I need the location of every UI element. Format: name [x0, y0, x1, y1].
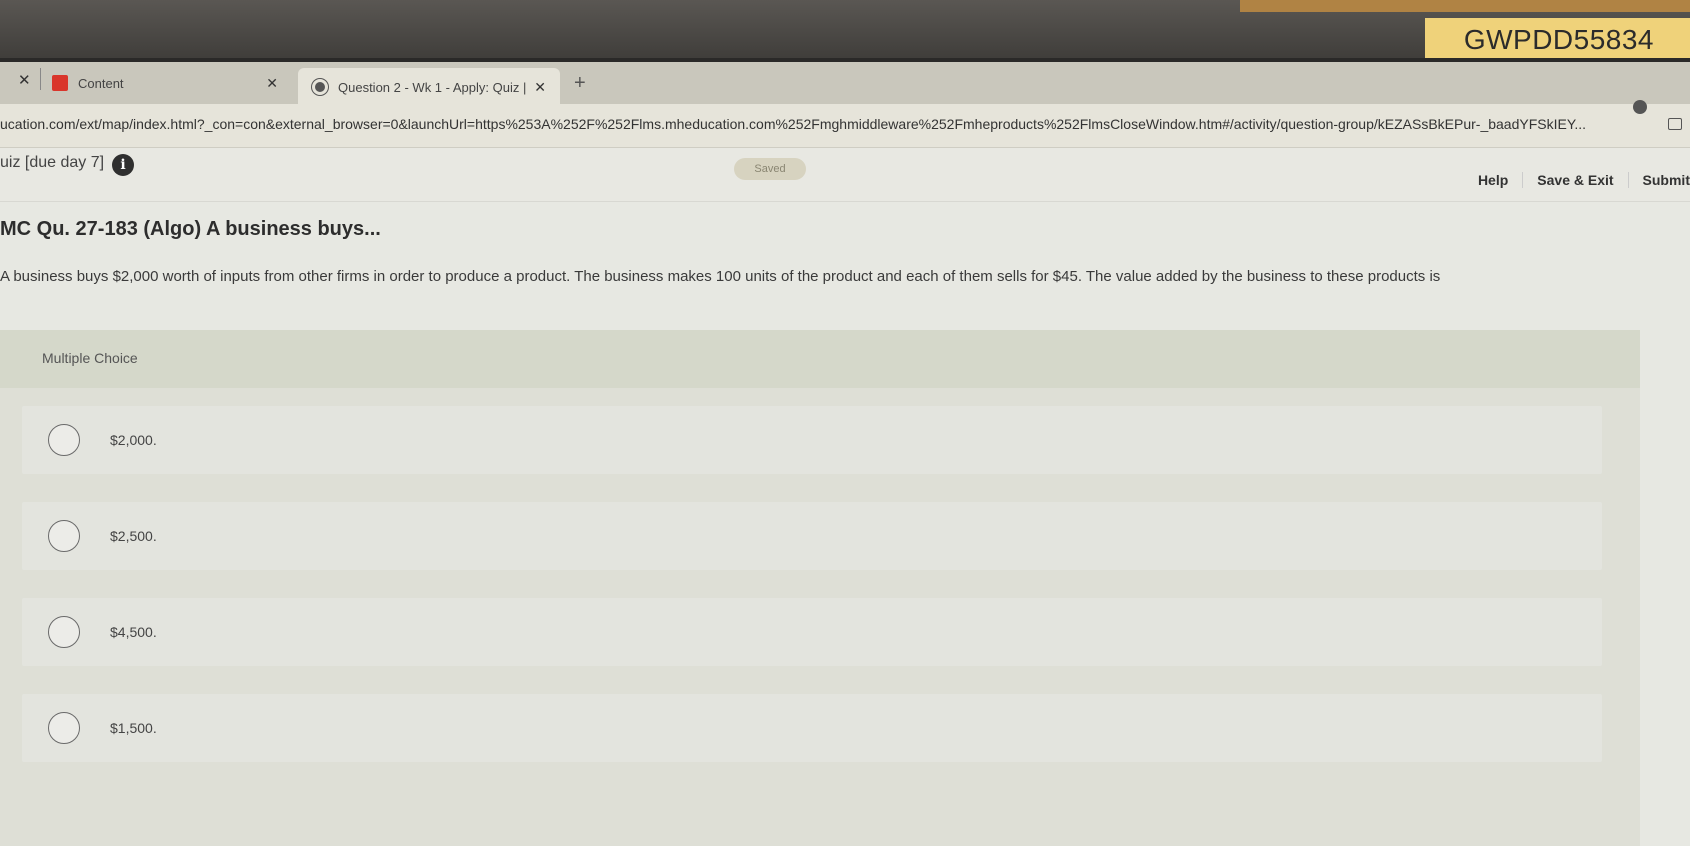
quiz-header: uiz [due day 7] i Saved Help Save & Exit…	[0, 148, 1690, 202]
tab-separator	[40, 68, 41, 90]
tab-close-icon[interactable]: ✕	[266, 75, 278, 92]
tab-label: Content	[78, 75, 124, 91]
help-link[interactable]: Help	[1464, 172, 1524, 188]
sticky-note: GWPDD55834	[1425, 18, 1690, 62]
saved-status-badge: Saved	[734, 158, 806, 180]
multiple-choice-panel: Multiple Choice $2,000. $2,500. $4,500. …	[0, 330, 1640, 846]
choice-label[interactable]: $2,000.	[110, 432, 157, 448]
radio-button[interactable]	[48, 520, 80, 552]
choice-option[interactable]: $2,000.	[22, 406, 1602, 474]
tab-quiz[interactable]: Question 2 - Wk 1 - Apply: Quiz | ✕	[298, 68, 560, 106]
browser-window: ✕ Content ✕ Question 2 - Wk 1 - Apply: Q…	[0, 58, 1690, 846]
question-text: A business buys $2,000 worth of inputs f…	[0, 268, 1441, 285]
question-content: MC Qu. 27-183 (Algo) A business buys... …	[0, 202, 1690, 846]
choice-option[interactable]: $4,500.	[22, 598, 1602, 666]
choice-option[interactable]: $1,500.	[22, 694, 1602, 762]
choice-label[interactable]: $1,500.	[110, 720, 157, 736]
quiz-title: uiz [due day 7]	[0, 154, 105, 171]
share-icon[interactable]	[1668, 118, 1682, 130]
question-heading: MC Qu. 27-183 (Algo) A business buys...	[0, 218, 381, 240]
url-text[interactable]: ucation.com/ext/map/index.html?_con=con&…	[0, 116, 1650, 132]
background-wood	[1240, 0, 1690, 12]
save-exit-button[interactable]: Save & Exit	[1523, 172, 1629, 188]
content-favicon-icon	[52, 75, 68, 91]
choice-label[interactable]: $2,500.	[110, 528, 157, 544]
choice-option[interactable]: $2,500.	[22, 502, 1602, 570]
choice-label[interactable]: $4,500.	[110, 624, 157, 640]
radio-button[interactable]	[48, 616, 80, 648]
header-links: Help Save & Exit Submit	[1464, 164, 1690, 196]
tab-close-icon[interactable]: ✕	[534, 79, 546, 96]
info-icon[interactable]: i	[112, 154, 134, 176]
radio-button[interactable]	[48, 712, 80, 744]
radio-button[interactable]	[48, 424, 80, 456]
tab-bar: ✕ Content ✕ Question 2 - Wk 1 - Apply: Q…	[0, 62, 1690, 106]
tab-content[interactable]: Content ✕	[52, 64, 292, 102]
multiple-choice-label: Multiple Choice	[42, 350, 138, 366]
multiple-choice-header: Multiple Choice	[0, 330, 1640, 388]
close-icon[interactable]: ✕	[18, 71, 31, 89]
new-tab-icon[interactable]: +	[574, 72, 586, 95]
quiz-favicon-icon	[312, 79, 328, 95]
address-bar[interactable]: ucation.com/ext/map/index.html?_con=con&…	[0, 100, 1690, 148]
extension-icon[interactable]	[1633, 100, 1647, 114]
tab-label: Question 2 - Wk 1 - Apply: Quiz |	[338, 79, 527, 95]
submit-button[interactable]: Submit	[1629, 172, 1690, 188]
